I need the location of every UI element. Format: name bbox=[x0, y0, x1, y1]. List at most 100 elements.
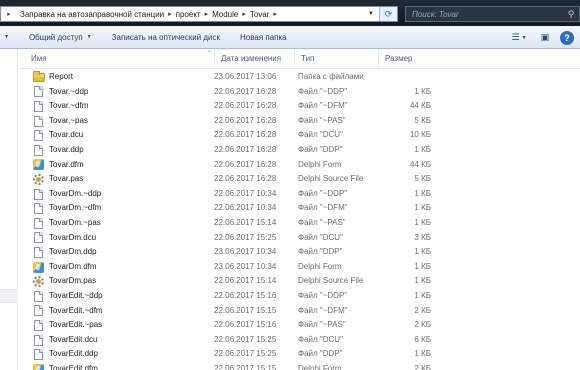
breadcrumb-item-project[interactable]: проект bbox=[173, 10, 204, 19]
navigation-pane[interactable] bbox=[0, 49, 18, 370]
new-folder-button[interactable]: Новая папка bbox=[230, 33, 297, 42]
file-row[interactable]: TovarDm.~dfm 22.06.2017 10:34 Файл "~DFM" 1… bbox=[19, 201, 580, 216]
delphi-form-icon bbox=[33, 363, 44, 370]
column-header-date[interactable]: Дата изменения bbox=[215, 49, 295, 69]
column-header-name[interactable]: Имя bbox=[25, 49, 215, 69]
file-size: 5 КБ bbox=[414, 115, 431, 125]
file-row[interactable]: Tovar.pas 22.06.2017 16:28 Delphi Source F… bbox=[19, 172, 580, 187]
file-row[interactable]: Tovar.dcu 22.06.2017 16:28 Файл "DCU" 10 КБ bbox=[19, 128, 580, 143]
file-row[interactable]: Tovar.~dfm 22.06.2017 16:28 Файл "~DFM" 44 … bbox=[19, 99, 580, 114]
file-name-cell: TovarDm.~pas bbox=[33, 216, 209, 231]
file-row[interactable]: Tovar.ddp 22.06.2017 16:28 Файл "DDP" 1 КБ bbox=[19, 143, 580, 158]
file-name: Tovar.dfm bbox=[49, 159, 84, 169]
file-name-cell: Tovar.pas bbox=[33, 172, 209, 187]
search-icon[interactable]: ⚲ bbox=[563, 9, 579, 20]
file-row[interactable]: TovarEdit.ddp 22.06.2017 15:25 Файл "DDP" 1… bbox=[19, 347, 580, 362]
file-name-cell: TovarEdit.dcu bbox=[33, 333, 209, 348]
file-size: 1 КБ bbox=[414, 145, 431, 154]
file-row[interactable]: Report 23.06.2017 13:06 Папка с файлами bbox=[19, 70, 580, 85]
file-name-cell: Report bbox=[33, 70, 209, 85]
search-box[interactable]: Поиск: Tovar ⚲ bbox=[405, 6, 580, 22]
file-date: 22.06.2017 10:34 bbox=[214, 188, 277, 198]
file-size: 2 КБ bbox=[414, 364, 431, 370]
file-icon bbox=[34, 203, 43, 215]
file-name: TovarDm.dcu bbox=[49, 232, 97, 242]
file-row[interactable]: TovarDm.~ddp 22.06.2017 10:34 Файл "~DDP" 1… bbox=[19, 187, 580, 202]
file-size bbox=[365, 70, 431, 85]
folder-icon bbox=[33, 71, 45, 83]
file-name-cell: Tovar.dfm bbox=[33, 158, 209, 173]
file-date: 23.06.2017 10:34 bbox=[214, 261, 277, 271]
file-name: Tovar.dcu bbox=[49, 130, 84, 140]
file-row[interactable]: TovarEdit.dcu 22.06.2017 15:25 Файл "DCU" 6… bbox=[19, 333, 580, 348]
file-row[interactable]: Tovar.~ddp 22.06.2017 16:28 Файл "~DDP" 1 К… bbox=[19, 85, 580, 100]
nav-item-selected[interactable] bbox=[0, 289, 18, 303]
breadcrumb[interactable]: ▸ Заправка на автозаправочной станции ▸ … bbox=[0, 6, 398, 22]
share-button[interactable]: Общий доступ ▼ bbox=[19, 33, 102, 42]
column-header-row: ⌃ Имя Дата изменения Тип Размер bbox=[19, 49, 580, 69]
file-name: TovarDm.~ddp bbox=[49, 188, 102, 198]
file-name: TovarDm.ddp bbox=[49, 247, 97, 257]
file-name-cell: Tovar.dcu bbox=[33, 128, 209, 143]
file-size: 1 КБ bbox=[414, 218, 431, 227]
file-row[interactable]: Tovar.~pas 22.06.2017 16:28 Файл "~PAS" 5 К… bbox=[19, 114, 580, 129]
file-date: 22.06.2017 16:28 bbox=[214, 86, 277, 96]
file-icon bbox=[34, 305, 43, 317]
delphi-form-icon bbox=[33, 261, 44, 273]
file-name-cell: Tovar.~pas bbox=[33, 114, 209, 129]
file-row[interactable]: TovarEdit.~dfm 22.06.2017 15:15 Файл "~DFM… bbox=[19, 304, 580, 319]
file-date: 23.06.2017 13:06 bbox=[214, 72, 277, 81]
file-name: TovarEdit.~dfm bbox=[49, 305, 103, 315]
file-size: 1 КБ bbox=[414, 188, 431, 198]
file-name: Report bbox=[49, 72, 74, 81]
file-row[interactable]: TovarEdit.~ddp 22.06.2017 15:16 Файл "~DDP… bbox=[19, 289, 580, 304]
file-row[interactable]: TovarDm.~pas 22.06.2017 15:14 Файл "~PAS" 1… bbox=[19, 216, 580, 231]
breadcrumb-item-module[interactable]: Module bbox=[209, 10, 241, 19]
burn-button[interactable]: Записать на оптический диск bbox=[102, 33, 230, 42]
dropdown-arrow-icon: ▼ bbox=[86, 34, 92, 40]
file-name: TovarEdit.dcu bbox=[49, 334, 98, 344]
file-icon bbox=[34, 334, 43, 346]
file-date: 22.06.2017 15:25 bbox=[214, 334, 277, 344]
file-icon bbox=[34, 115, 43, 127]
address-history-dropdown[interactable]: ▼ bbox=[365, 7, 377, 21]
file-size: 2 КБ bbox=[414, 320, 431, 330]
file-row[interactable]: TovarEdit.dfm 22.06.2017 15:15 Delphi Form… bbox=[19, 362, 580, 370]
file-size: 1 КБ bbox=[414, 349, 431, 359]
file-name: Tovar.~pas bbox=[49, 115, 88, 125]
file-icon bbox=[34, 100, 43, 112]
file-icon bbox=[34, 86, 43, 98]
file-row[interactable]: TovarEdit.~pas 22.06.2017 15:16 Файл "~PAS… bbox=[19, 318, 580, 333]
file-size: 1 КБ bbox=[414, 291, 431, 300]
file-row[interactable]: TovarDm.ddp 23.06.2017 10:34 Файл "DDP" 1 К… bbox=[19, 245, 580, 260]
file-name: TovarEdit.~ddp bbox=[49, 291, 103, 300]
column-header-size[interactable]: Размер bbox=[379, 49, 445, 69]
preview-pane-icon[interactable]: ▣ bbox=[534, 29, 556, 47]
folder-location-icon[interactable]: ▸ bbox=[1, 7, 17, 21]
file-row[interactable]: Tovar.dfm 22.06.2017 16:28 Delphi Form 44 К… bbox=[19, 158, 580, 173]
file-date: 22.06.2017 16:28 bbox=[214, 130, 277, 140]
chevron-right-icon[interactable]: ▸ bbox=[272, 10, 278, 18]
file-name-cell: TovarDm.ddp bbox=[33, 245, 209, 260]
breadcrumb-item-tovar[interactable]: Tovar bbox=[247, 10, 273, 19]
file-name: TovarDm.~pas bbox=[49, 218, 101, 227]
file-size: 44 КБ bbox=[409, 159, 431, 169]
file-name: TovarEdit.~pas bbox=[49, 320, 103, 330]
file-row[interactable]: TovarDm.pas 22.06.2017 15:14 Delphi Source… bbox=[19, 274, 580, 289]
column-header-type[interactable]: Тип bbox=[295, 49, 379, 69]
file-date: 22.06.2017 15:25 bbox=[214, 232, 277, 242]
organize-arrow-icon[interactable]: ▼ bbox=[0, 34, 19, 40]
file-date: 22.06.2017 15:16 bbox=[214, 291, 277, 300]
file-name-cell: Tovar.ddp bbox=[33, 143, 209, 158]
file-size: 1 КБ bbox=[414, 203, 431, 213]
file-name-cell: Tovar.~dfm bbox=[33, 99, 209, 114]
file-name-cell: TovarEdit.~dfm bbox=[33, 304, 209, 319]
file-row[interactable]: TovarDm.dcu 22.06.2017 15:25 Файл "DCU" 3 К… bbox=[19, 231, 580, 246]
search-input[interactable]: Поиск: Tovar bbox=[406, 10, 563, 19]
help-icon[interactable]: ? bbox=[560, 30, 574, 45]
change-view-button[interactable]: ☰ ▼ bbox=[504, 29, 534, 47]
breadcrumb-item-station[interactable]: Заправка на автозаправочной станции bbox=[17, 10, 167, 19]
refresh-icon[interactable]: ⟳ bbox=[379, 7, 397, 21]
file-list: Report 23.06.2017 13:06 Папка с файлами Tov… bbox=[19, 70, 580, 370]
file-row[interactable]: TovarDm.dfm 23.06.2017 10:34 Delphi Form 1 … bbox=[19, 260, 580, 275]
